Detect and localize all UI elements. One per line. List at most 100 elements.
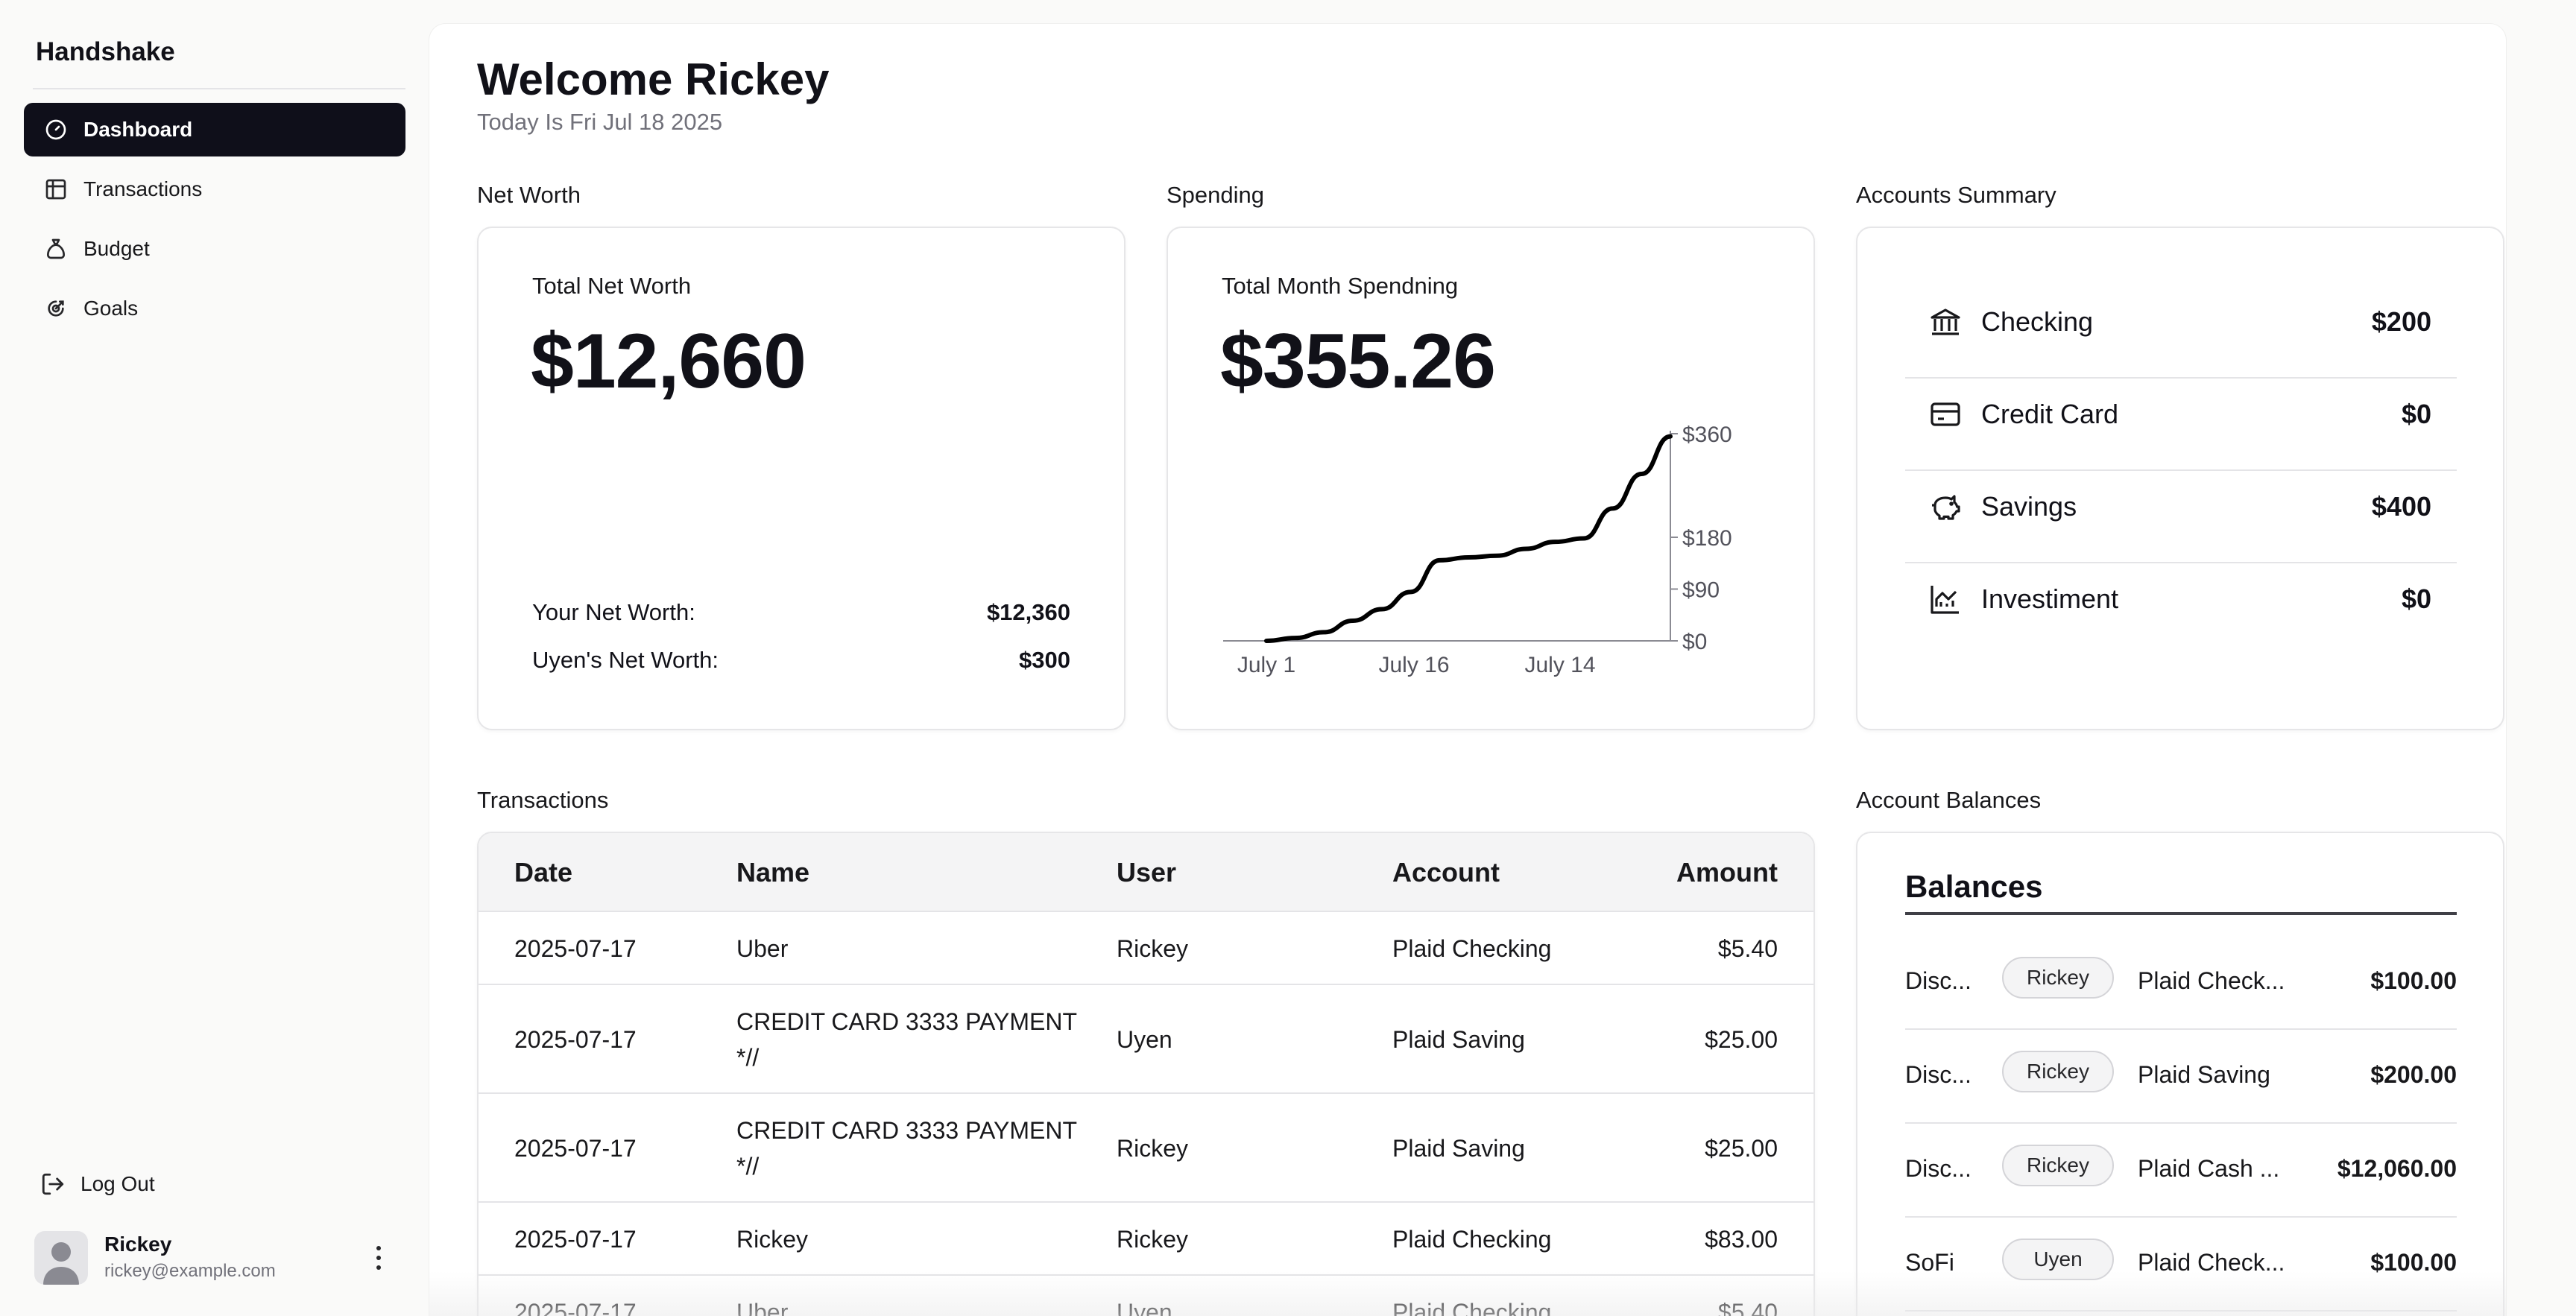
cell-date: 2025-07-17 [514, 1226, 637, 1253]
column-header-date[interactable]: Date [514, 857, 572, 888]
cell-name: CREDIT CARD 3333 PAYMENT *// [736, 1117, 1077, 1180]
column-header-user[interactable]: User [1117, 857, 1176, 888]
user-badge: Rickey [2002, 957, 2114, 999]
cell-date: 2025-07-17 [514, 1026, 637, 1053]
divider [1905, 912, 2457, 915]
y-tick-label: $360 [1682, 423, 1732, 447]
column-header-amount[interactable]: Amount [1676, 857, 1778, 888]
cell-account: Plaid Checking [1392, 1226, 1552, 1253]
net-worth-row-label: Uyen's Net Worth: [532, 647, 719, 673]
cell-amount: $5.40 [1717, 935, 1778, 962]
accounts-summary-section-title: Accounts Summary [1856, 182, 2056, 208]
table-row[interactable]: 2025-07-17 Rickey Rickey Plaid Checking … [479, 1203, 1813, 1276]
account-name: Savings [1981, 491, 2077, 522]
account-summary-row-savings[interactable]: Savings $400 [1905, 461, 2457, 553]
user-profile[interactable]: Rickey rickey@example.com [34, 1231, 407, 1291]
balance-row[interactable]: Disc... Rickey Plaid Cash ... $12,060.00 [1905, 1122, 2457, 1216]
cell-date: 2025-07-17 [514, 1135, 637, 1162]
logout-button[interactable]: Log Out [40, 1171, 155, 1197]
page-title: Welcome Rickey [477, 54, 830, 104]
balance-account: Plaid Check... [2138, 1249, 2285, 1276]
balance-amount: $200.00 [2370, 1061, 2457, 1088]
today-date: Today Is Fri Jul 18 2025 [477, 109, 723, 135]
balance-institution: SoFi [1905, 1249, 1954, 1276]
logout-label: Log Out [80, 1172, 155, 1195]
cell-account: Plaid Checking [1392, 1299, 1552, 1316]
table-row[interactable]: 2025-07-17 CREDIT CARD 3333 PAYMENT *// … [479, 1094, 1813, 1203]
balance-row[interactable]: Disc... Rickey Plaid Saving $200.00 [1905, 1028, 2457, 1122]
column-header-name[interactable]: Name [736, 857, 809, 888]
net-worth-row-value: $300 [1019, 647, 1070, 673]
balance-row[interactable]: Disc... Rickey Plaid Check... $100.00 [1905, 934, 2457, 1028]
x-tick-label: July 16 [1378, 653, 1449, 677]
balances-title: Balances [1905, 869, 2043, 904]
user-badge: Rickey [2002, 1051, 2114, 1092]
account-value: $0 [2401, 583, 2431, 614]
spending-line-chart: $360 $180 $90 $0 July 1 July 16 July 14 [1223, 423, 1732, 677]
cell-account: Plaid Saving [1392, 1026, 1525, 1053]
table-row[interactable]: 2025-07-17 Uber Rickey Plaid Checking $5… [479, 912, 1813, 985]
target-icon [43, 296, 69, 321]
bank-icon [1931, 309, 1960, 335]
balance-account: Plaid Cash ... [2138, 1155, 2280, 1182]
sidebar-item-goals[interactable]: Goals [24, 282, 405, 335]
user-name: Rickey [104, 1233, 172, 1256]
net-worth-row-value: $12,360 [986, 599, 1070, 625]
cell-account: Plaid Checking [1392, 935, 1552, 962]
account-name: Credit Card [1981, 399, 2119, 429]
y-tick-label: $0 [1682, 630, 1707, 654]
cell-user: Uyen [1117, 1299, 1172, 1316]
net-worth-row-label: Your Net Worth: [532, 599, 695, 625]
account-value: $200 [2371, 306, 2431, 337]
column-header-account[interactable]: Account [1392, 857, 1500, 888]
balance-institution: Disc... [1905, 967, 1972, 994]
sidebar-item-label: Budget [83, 237, 150, 260]
logout-icon [42, 1173, 64, 1195]
table-row[interactable]: 2025-07-17 CREDIT CARD 3333 PAYMENT *// … [479, 985, 1813, 1094]
cell-user: Rickey [1117, 935, 1189, 962]
balance-amount: $100.00 [2370, 1249, 2457, 1276]
sidebar-item-budget[interactable]: Budget [24, 222, 405, 276]
sidebar-item-label: Goals [83, 297, 139, 320]
balance-amount: $100.00 [2370, 967, 2457, 994]
net-worth-section-title: Net Worth [477, 182, 581, 208]
brand-name: Handshake [36, 37, 175, 66]
sidebar: Handshake Dashboard Transactions Budget … [0, 0, 429, 1316]
account-summary-row-credit-card[interactable]: Credit Card $0 [1905, 368, 2457, 461]
divider [1905, 1310, 2457, 1312]
balance-amount: $12,060.00 [2337, 1155, 2457, 1182]
table-header: Date Name User Account Amount [479, 833, 1813, 912]
transactions-table: Date Name User Account Amount 2025-07-17… [477, 832, 1815, 1316]
cell-account: Plaid Saving [1392, 1135, 1525, 1162]
cell-amount: $5.40 [1717, 1299, 1778, 1316]
sidebar-item-dashboard[interactable]: Dashboard [24, 103, 405, 156]
series-line [1264, 434, 1673, 643]
money-bag-icon [43, 236, 69, 262]
main-content: Welcome Rickey Today Is Fri Jul 18 2025 … [429, 24, 2506, 1316]
more-options-icon[interactable] [370, 1243, 388, 1273]
spending-card: Total Month Spendning $355.26 $360 $180 $9… [1167, 227, 1815, 730]
table-row[interactable]: 2025-07-17 Uber Uyen Plaid Checking $5.4… [479, 1276, 1813, 1316]
user-badge: Rickey [2002, 1145, 2114, 1186]
sidebar-divider [33, 88, 405, 89]
account-name: Checking [1981, 306, 2094, 337]
account-summary-row-checking[interactable]: Checking $200 [1905, 276, 2457, 368]
cell-amount: $25.00 [1705, 1026, 1778, 1053]
balance-institution: Disc... [1905, 1155, 1972, 1182]
spending-section-title: Spending [1167, 182, 1265, 208]
balance-account: Plaid Saving [2138, 1061, 2270, 1088]
chart-icon [1931, 586, 1959, 614]
net-worth-row: Your Net Worth: $12,360 [532, 599, 1070, 626]
y-tick-label: $90 [1682, 578, 1720, 603]
sidebar-item-transactions[interactable]: Transactions [24, 162, 405, 216]
cell-date: 2025-07-17 [514, 935, 637, 962]
accounts-summary-card: Checking $200 Credit Card $0 Savings $40… [1856, 227, 2504, 730]
cell-name: Uber [736, 1299, 789, 1316]
balance-row[interactable]: SoFi Uyen Plaid Check... $100.00 [1905, 1216, 2457, 1310]
avatar [34, 1231, 88, 1285]
cell-date: 2025-07-17 [514, 1299, 637, 1316]
table-icon [43, 177, 69, 202]
account-summary-row-investment[interactable]: Investiment $0 [1905, 553, 2457, 645]
sidebar-item-label: Dashboard [83, 118, 193, 141]
cell-name: CREDIT CARD 3333 PAYMENT *// [736, 1008, 1077, 1071]
